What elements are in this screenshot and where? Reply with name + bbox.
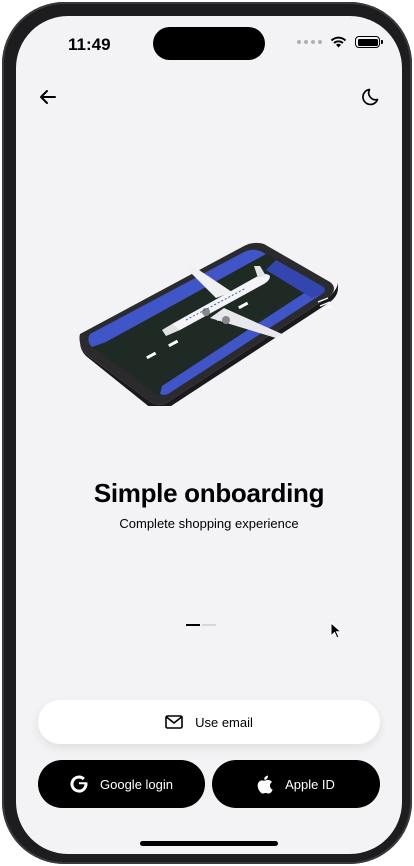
onboarding-subtitle: Complete shopping experience — [119, 516, 299, 531]
apple-id-label: Apple ID — [285, 776, 335, 792]
onboarding-title: Simple onboarding — [93, 478, 325, 508]
google-login-button[interactable]: Google login — [38, 760, 205, 808]
battery-icon — [355, 36, 383, 48]
phone-frame: 11:49 Simple onboarding Complete shoppin… — [2, 2, 412, 864]
airplane-runway-illustration — [79, 242, 338, 406]
page-dot-active[interactable] — [186, 624, 200, 626]
use-email-label: Use email — [195, 714, 253, 730]
dynamic-island — [153, 27, 265, 60]
mouse-cursor-icon — [330, 622, 342, 639]
cellular-signal-icon — [297, 40, 322, 44]
theme-toggle-button[interactable] — [357, 82, 387, 112]
google-login-label: Google login — [100, 776, 173, 792]
page-dot-inactive[interactable] — [202, 624, 216, 626]
use-email-button[interactable]: Use email — [38, 700, 380, 744]
back-button[interactable] — [33, 82, 63, 112]
page-indicator[interactable] — [186, 624, 216, 626]
status-time: 11:49 — [68, 35, 111, 54]
moon-icon — [362, 88, 379, 106]
status-indicators — [297, 36, 383, 48]
arrow-left-icon — [40, 90, 56, 104]
google-icon — [70, 775, 88, 793]
mail-icon — [165, 715, 183, 729]
wifi-icon — [330, 36, 347, 48]
home-indicator[interactable] — [140, 841, 278, 846]
apple-id-button[interactable]: Apple ID — [212, 760, 380, 808]
apple-icon — [257, 775, 273, 794]
app-screen: 11:49 Simple onboarding Complete shoppin… — [16, 16, 402, 854]
